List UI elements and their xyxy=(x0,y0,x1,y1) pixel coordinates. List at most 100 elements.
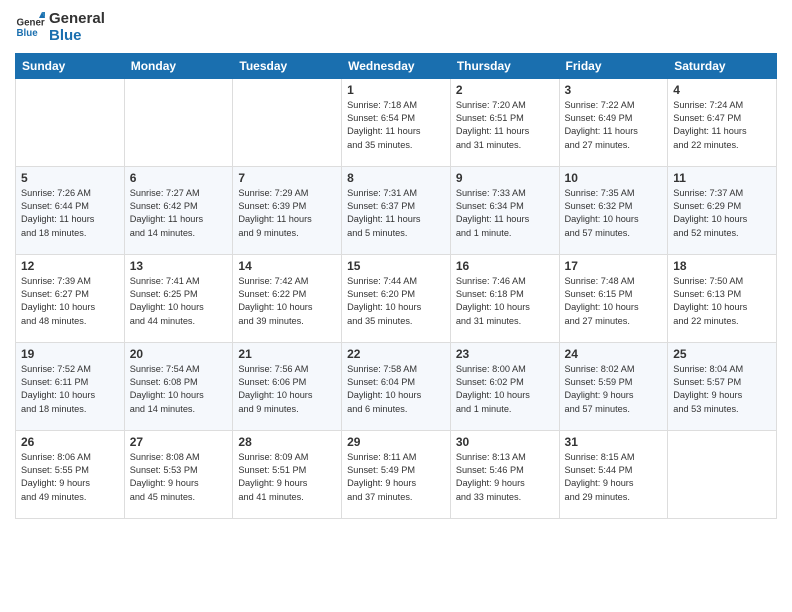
calendar-day-17: 17Sunrise: 7:48 AM Sunset: 6:15 PM Dayli… xyxy=(559,254,668,342)
day-number: 21 xyxy=(238,347,336,361)
day-number: 13 xyxy=(130,259,228,273)
calendar-day-9: 9 Sunrise: 7:33 AM Sunset: 6:34 PM Daylig… xyxy=(450,166,559,254)
day-number: 26 xyxy=(21,435,119,449)
calendar-header-tuesday: Tuesday xyxy=(233,53,342,78)
calendar-day-31: 31 Sunrise: 8:15 AM Sunset: 5:44 PM Dayli… xyxy=(559,430,668,518)
day-number: 8 xyxy=(347,171,445,185)
calendar-day-20: 20Sunrise: 7:54 AM Sunset: 6:08 PM Dayli… xyxy=(124,342,233,430)
day-info: Sunrise: 7:24 AM Sunset: 6:47 PM Dayligh… xyxy=(673,99,771,152)
calendar-header-row: SundayMondayTuesdayWednesdayThursdayFrid… xyxy=(16,53,777,78)
calendar-day-5: 5Sunrise: 7:26 AM Sunset: 6:44 PM Daylig… xyxy=(16,166,125,254)
calendar-day-8: 8 Sunrise: 7:31 AM Sunset: 6:37 PM Daylig… xyxy=(342,166,451,254)
day-info: Sunrise: 7:37 AM Sunset: 6:29 PM Dayligh… xyxy=(673,187,771,240)
day-info: Sunrise: 7:44 AM Sunset: 6:20 PM Dayligh… xyxy=(347,275,445,328)
day-info: Sunrise: 8:08 AM Sunset: 5:53 PM Dayligh… xyxy=(130,451,228,504)
calendar-day-4: 4 Sunrise: 7:24 AM Sunset: 6:47 PM Daylig… xyxy=(668,78,777,166)
day-info: Sunrise: 7:35 AM Sunset: 6:32 PM Dayligh… xyxy=(565,187,663,240)
calendar-day-26: 26 Sunrise: 8:06 AM Sunset: 5:55 PM Dayli… xyxy=(16,430,125,518)
calendar-day-25: 25 Sunrise: 8:04 AM Sunset: 5:57 PM Dayli… xyxy=(668,342,777,430)
logo-text-general: General xyxy=(49,10,105,27)
day-info: Sunrise: 8:00 AM Sunset: 6:02 PM Dayligh… xyxy=(456,363,554,416)
day-info: Sunrise: 7:27 AM Sunset: 6:42 PM Dayligh… xyxy=(130,187,228,240)
day-info: Sunrise: 8:13 AM Sunset: 5:46 PM Dayligh… xyxy=(456,451,554,504)
calendar-day-28: 28Sunrise: 8:09 AM Sunset: 5:51 PM Dayli… xyxy=(233,430,342,518)
day-number: 4 xyxy=(673,83,771,97)
calendar-day-16: 16 Sunrise: 7:46 AM Sunset: 6:18 PM Dayli… xyxy=(450,254,559,342)
day-info: Sunrise: 7:18 AM Sunset: 6:54 PM Dayligh… xyxy=(347,99,445,152)
calendar-day-15: 15 Sunrise: 7:44 AM Sunset: 6:20 PM Dayli… xyxy=(342,254,451,342)
day-info: Sunrise: 7:56 AM Sunset: 6:06 PM Dayligh… xyxy=(238,363,336,416)
day-info: Sunrise: 8:15 AM Sunset: 5:44 PM Dayligh… xyxy=(565,451,663,504)
day-number: 9 xyxy=(456,171,554,185)
calendar-day-7: 7Sunrise: 7:29 AM Sunset: 6:39 PM Daylig… xyxy=(233,166,342,254)
day-number: 2 xyxy=(456,83,554,97)
calendar-header-wednesday: Wednesday xyxy=(342,53,451,78)
calendar-day-3: 3 Sunrise: 7:22 AM Sunset: 6:49 PM Daylig… xyxy=(559,78,668,166)
day-info: Sunrise: 7:22 AM Sunset: 6:49 PM Dayligh… xyxy=(565,99,663,152)
day-number: 23 xyxy=(456,347,554,361)
calendar-table: SundayMondayTuesdayWednesdayThursdayFrid… xyxy=(15,53,777,519)
day-info: Sunrise: 7:42 AM Sunset: 6:22 PM Dayligh… xyxy=(238,275,336,328)
calendar-day-29: 29Sunrise: 8:11 AM Sunset: 5:49 PM Dayli… xyxy=(342,430,451,518)
day-number: 25 xyxy=(673,347,771,361)
day-info: Sunrise: 7:41 AM Sunset: 6:25 PM Dayligh… xyxy=(130,275,228,328)
calendar-day-23: 23 Sunrise: 8:00 AM Sunset: 6:02 PM Dayli… xyxy=(450,342,559,430)
calendar-day-2: 2 Sunrise: 7:20 AM Sunset: 6:51 PM Daylig… xyxy=(450,78,559,166)
calendar-day-21: 21 Sunrise: 7:56 AM Sunset: 6:06 PM Dayli… xyxy=(233,342,342,430)
logo-icon: General Blue xyxy=(15,12,45,42)
calendar-header-monday: Monday xyxy=(124,53,233,78)
day-info: Sunrise: 7:58 AM Sunset: 6:04 PM Dayligh… xyxy=(347,363,445,416)
day-number: 22 xyxy=(347,347,445,361)
day-number: 29 xyxy=(347,435,445,449)
page: General Blue General Blue SundayMondayTu… xyxy=(0,0,792,612)
calendar-day-24: 24Sunrise: 8:02 AM Sunset: 5:59 PM Dayli… xyxy=(559,342,668,430)
calendar-day-1: 1 Sunrise: 7:18 AM Sunset: 6:54 PM Daylig… xyxy=(342,78,451,166)
day-info: Sunrise: 8:06 AM Sunset: 5:55 PM Dayligh… xyxy=(21,451,119,504)
day-number: 12 xyxy=(21,259,119,273)
day-info: Sunrise: 7:31 AM Sunset: 6:37 PM Dayligh… xyxy=(347,187,445,240)
calendar-day-11: 11 Sunrise: 7:37 AM Sunset: 6:29 PM Dayli… xyxy=(668,166,777,254)
svg-text:Blue: Blue xyxy=(17,28,39,39)
day-number: 15 xyxy=(347,259,445,273)
logo-text-blue: Blue xyxy=(49,27,105,44)
calendar-empty-cell xyxy=(124,78,233,166)
day-number: 6 xyxy=(130,171,228,185)
day-number: 28 xyxy=(238,435,336,449)
day-info: Sunrise: 7:52 AM Sunset: 6:11 PM Dayligh… xyxy=(21,363,119,416)
day-info: Sunrise: 7:26 AM Sunset: 6:44 PM Dayligh… xyxy=(21,187,119,240)
calendar-day-13: 13 Sunrise: 7:41 AM Sunset: 6:25 PM Dayli… xyxy=(124,254,233,342)
calendar-day-19: 19 Sunrise: 7:52 AM Sunset: 6:11 PM Dayli… xyxy=(16,342,125,430)
calendar-header-friday: Friday xyxy=(559,53,668,78)
header: General Blue General Blue xyxy=(15,10,777,45)
day-number: 3 xyxy=(565,83,663,97)
day-info: Sunrise: 7:50 AM Sunset: 6:13 PM Dayligh… xyxy=(673,275,771,328)
day-info: Sunrise: 8:04 AM Sunset: 5:57 PM Dayligh… xyxy=(673,363,771,416)
day-number: 18 xyxy=(673,259,771,273)
calendar-empty-cell xyxy=(16,78,125,166)
day-number: 16 xyxy=(456,259,554,273)
day-number: 11 xyxy=(673,171,771,185)
day-number: 20 xyxy=(130,347,228,361)
calendar-week-row: 19 Sunrise: 7:52 AM Sunset: 6:11 PM Dayli… xyxy=(16,342,777,430)
day-info: Sunrise: 7:46 AM Sunset: 6:18 PM Dayligh… xyxy=(456,275,554,328)
day-number: 1 xyxy=(347,83,445,97)
calendar-header-sunday: Sunday xyxy=(16,53,125,78)
calendar-week-row: 1 Sunrise: 7:18 AM Sunset: 6:54 PM Daylig… xyxy=(16,78,777,166)
day-number: 10 xyxy=(565,171,663,185)
day-info: Sunrise: 7:20 AM Sunset: 6:51 PM Dayligh… xyxy=(456,99,554,152)
day-info: Sunrise: 7:48 AM Sunset: 6:15 PM Dayligh… xyxy=(565,275,663,328)
calendar-week-row: 26 Sunrise: 8:06 AM Sunset: 5:55 PM Dayli… xyxy=(16,430,777,518)
calendar-week-row: 5Sunrise: 7:26 AM Sunset: 6:44 PM Daylig… xyxy=(16,166,777,254)
day-number: 27 xyxy=(130,435,228,449)
calendar-day-18: 18 Sunrise: 7:50 AM Sunset: 6:13 PM Dayli… xyxy=(668,254,777,342)
calendar-header-saturday: Saturday xyxy=(668,53,777,78)
calendar-day-27: 27 Sunrise: 8:08 AM Sunset: 5:53 PM Dayli… xyxy=(124,430,233,518)
day-number: 19 xyxy=(21,347,119,361)
calendar-day-10: 10 Sunrise: 7:35 AM Sunset: 6:32 PM Dayli… xyxy=(559,166,668,254)
day-info: Sunrise: 7:33 AM Sunset: 6:34 PM Dayligh… xyxy=(456,187,554,240)
day-number: 14 xyxy=(238,259,336,273)
calendar-header-thursday: Thursday xyxy=(450,53,559,78)
logo: General Blue General Blue xyxy=(15,10,105,45)
calendar-day-6: 6 Sunrise: 7:27 AM Sunset: 6:42 PM Daylig… xyxy=(124,166,233,254)
day-number: 31 xyxy=(565,435,663,449)
